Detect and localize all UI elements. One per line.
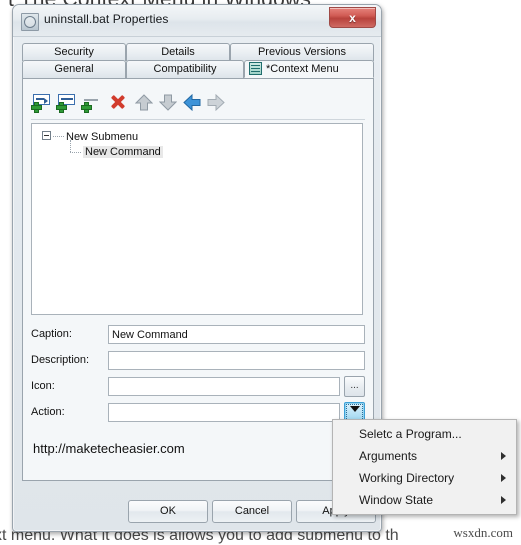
- tab-general[interactable]: General: [22, 60, 126, 78]
- arrow-right-icon: [207, 94, 225, 111]
- context-menu-tree[interactable]: New Submenu New Command: [31, 123, 363, 315]
- action-row: Action:: [31, 402, 365, 423]
- caption-label: Caption:: [31, 328, 72, 340]
- tree-line: [53, 136, 64, 137]
- tree-node-submenu[interactable]: New Submenu: [42, 131, 138, 143]
- icon-row: Icon: ...: [31, 376, 365, 397]
- file-properties-icon: [21, 13, 39, 31]
- menu-item-label: Window State: [359, 493, 434, 507]
- menu-item-arguments[interactable]: Arguments: [333, 445, 516, 467]
- submenu-arrow-icon: [501, 474, 506, 482]
- action-label: Action:: [31, 406, 65, 418]
- menu-item-working-directory[interactable]: Working Directory: [333, 467, 516, 489]
- menu-item-label: Arguments: [359, 449, 418, 463]
- submenu-arrow-icon: [501, 496, 506, 504]
- caption-row: Caption:: [31, 325, 365, 345]
- caption-input[interactable]: [108, 325, 365, 344]
- dialog-title: uninstall.bat Properties: [44, 12, 169, 26]
- move-right-button[interactable]: [204, 91, 228, 113]
- add-separator-icon: [84, 99, 98, 101]
- close-button[interactable]: x: [329, 7, 376, 28]
- tab-row-top: Security Details Previous Versions: [22, 43, 374, 61]
- tab-compatibility[interactable]: Compatibility: [126, 60, 244, 78]
- plus-badge-icon: [32, 103, 41, 112]
- description-input[interactable]: [108, 351, 365, 370]
- tab-strip: Security Details Previous Versions Gener…: [22, 43, 374, 79]
- description-row: Description:: [31, 351, 365, 371]
- tab-context-menu-label: *Context Menu: [266, 63, 339, 75]
- tab-row-bottom: General Compatibility *Context Menu: [22, 60, 374, 78]
- editor-toolbar: [31, 89, 365, 120]
- delete-x-icon: [111, 95, 125, 109]
- tab-details[interactable]: Details: [126, 43, 230, 61]
- arrow-up-icon: [135, 94, 153, 111]
- context-menu-tab-panel: New Submenu New Command Caption: Descrip…: [22, 78, 374, 481]
- action-dropdown-menu: Seletc a Program... Arguments Working Di…: [332, 419, 517, 515]
- ok-button[interactable]: OK: [128, 500, 208, 523]
- move-up-button[interactable]: [132, 91, 156, 113]
- menu-item-window-state[interactable]: Window State: [333, 489, 516, 511]
- tree-node-command-label: New Command: [83, 146, 163, 158]
- tree-node-submenu-label: New Submenu: [66, 131, 139, 143]
- add-separator-button[interactable]: [81, 91, 105, 113]
- plus-badge-icon: [57, 103, 66, 112]
- collapse-expander-icon[interactable]: [42, 131, 51, 140]
- plus-badge-icon: [82, 103, 91, 112]
- icon-input[interactable]: [108, 377, 340, 396]
- menu-item-label: Seletc a Program...: [359, 427, 462, 441]
- menu-item-select-a-program[interactable]: Seletc a Program...: [333, 423, 516, 445]
- icon-label: Icon:: [31, 380, 55, 392]
- submenu-arrow-icon: [501, 452, 506, 460]
- site-url-text: http://maketecheasier.com: [33, 441, 185, 456]
- description-label: Description:: [31, 354, 90, 366]
- tree-line: [70, 140, 82, 157]
- delete-button[interactable]: [107, 91, 131, 113]
- site-watermark: wsxdn.com: [453, 525, 513, 540]
- arrow-left-icon: [183, 94, 201, 111]
- move-down-button[interactable]: [156, 91, 180, 113]
- dialog-titlebar[interactable]: uninstall.bat Properties x: [13, 5, 381, 37]
- action-input[interactable]: [108, 403, 340, 422]
- add-command-button[interactable]: [56, 91, 80, 113]
- tab-security[interactable]: Security: [22, 43, 126, 61]
- arrow-down-icon: [159, 94, 177, 111]
- properties-dialog: uninstall.bat Properties x Security Deta…: [12, 4, 382, 532]
- add-submenu-button[interactable]: [31, 91, 55, 113]
- tab-context-menu[interactable]: *Context Menu: [244, 60, 374, 78]
- menu-item-label: Working Directory: [359, 471, 455, 485]
- context-menu-icon: [249, 62, 262, 75]
- tab-previous-versions[interactable]: Previous Versions: [230, 43, 374, 61]
- move-left-button[interactable]: [180, 91, 204, 113]
- tree-node-command[interactable]: New Command: [70, 140, 163, 158]
- icon-browse-button[interactable]: ...: [344, 376, 365, 397]
- dialog-button-bar: OK Cancel Apply: [22, 500, 376, 526]
- cancel-button[interactable]: Cancel: [212, 500, 292, 523]
